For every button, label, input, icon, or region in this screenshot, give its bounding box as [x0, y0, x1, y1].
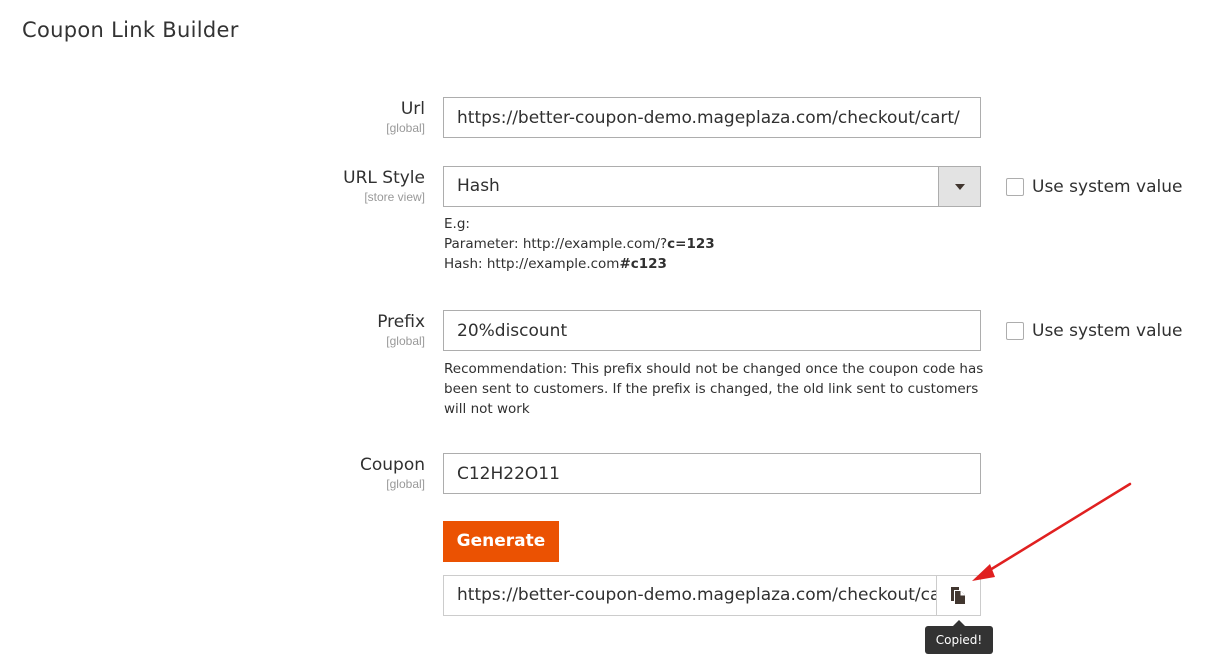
annotation-arrow-icon: [972, 482, 1132, 581]
